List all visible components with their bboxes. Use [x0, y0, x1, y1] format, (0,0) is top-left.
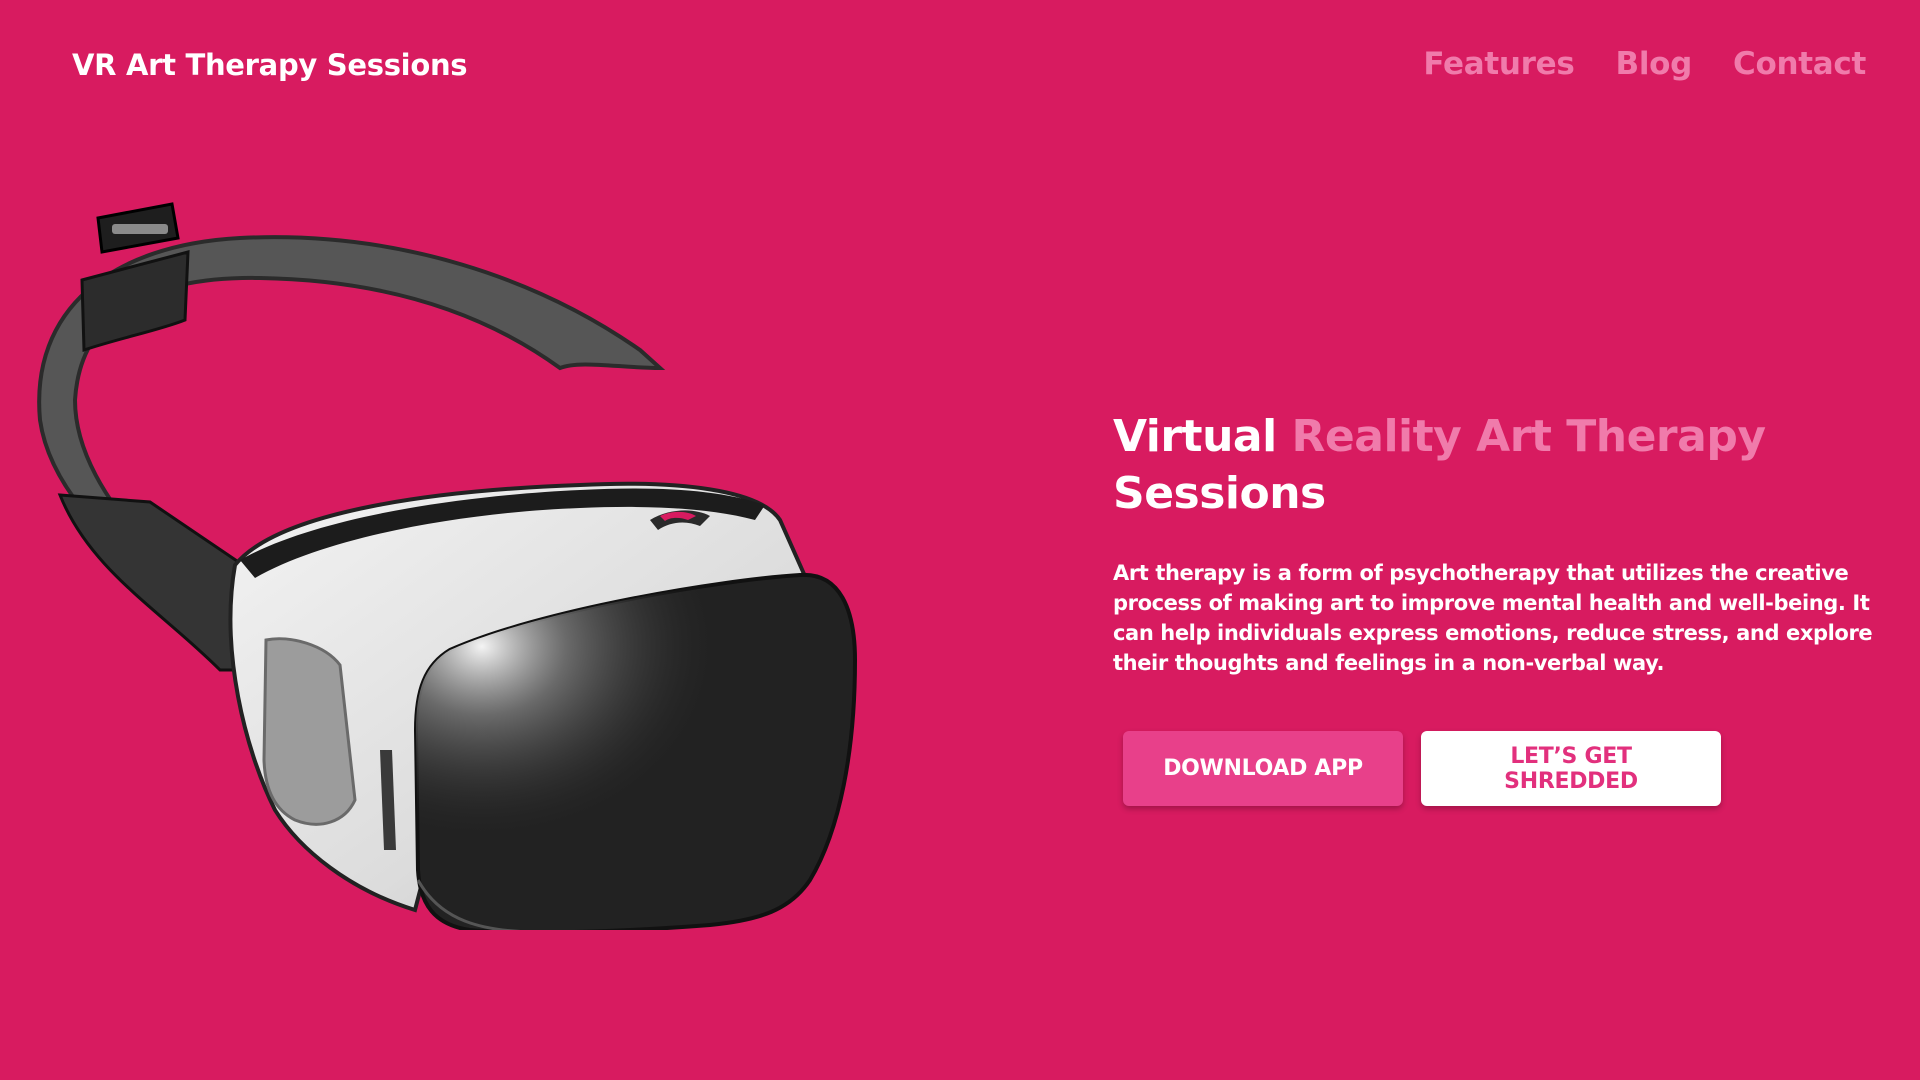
hero-text-block: Virtual Reality Art Therapy Sessions Art…	[1113, 408, 1913, 678]
nav-link-blog[interactable]: Blog	[1616, 46, 1693, 82]
landing-page: VR Art Therapy Sessions Features Blog Co…	[0, 0, 1920, 1080]
headline-accent: Reality Art Therapy	[1291, 411, 1766, 462]
lets-get-shredded-button[interactable]: LET’S GET SHREDDED	[1421, 731, 1721, 806]
download-app-button[interactable]: DOWNLOAD APP	[1123, 731, 1403, 806]
main-nav: Features Blog Contact	[1423, 46, 1866, 82]
headline-word-sessions: Sessions	[1113, 468, 1326, 519]
nav-link-features[interactable]: Features	[1423, 46, 1574, 82]
brand-logo-text[interactable]: VR Art Therapy Sessions	[72, 48, 468, 82]
hero-description: Art therapy is a form of psychotherapy t…	[1113, 561, 1873, 675]
headline-word-virtual: Virtual	[1113, 411, 1277, 462]
vr-headset-illustration	[37, 202, 858, 930]
hero-actions: DOWNLOAD APP LET’S GET SHREDDED	[1123, 731, 1721, 806]
nav-link-contact[interactable]: Contact	[1733, 46, 1866, 82]
hero-headline: Virtual Reality Art Therapy Sessions	[1113, 408, 1913, 522]
